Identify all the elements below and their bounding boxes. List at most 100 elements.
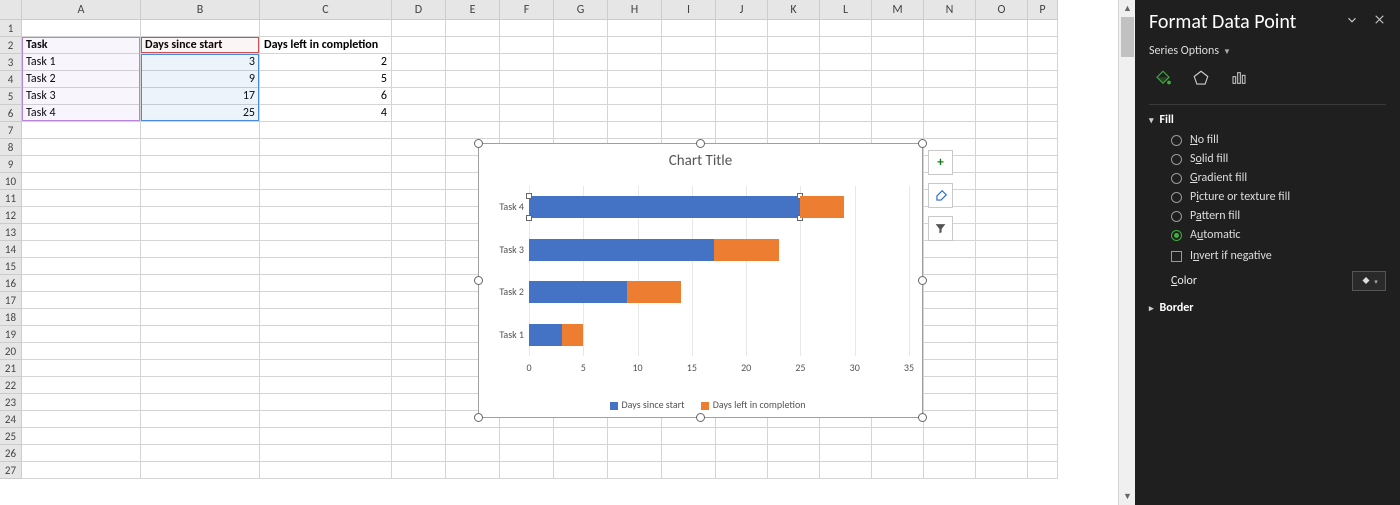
cell-P17[interactable]: [1028, 292, 1058, 309]
cell-D26[interactable]: [392, 445, 446, 462]
cell-A5[interactable]: Task 3: [22, 88, 141, 105]
cell-P7[interactable]: [1028, 122, 1058, 139]
row-header-14[interactable]: 14: [0, 241, 22, 258]
cell-C22[interactable]: [260, 377, 392, 394]
cell-M3[interactable]: [872, 54, 924, 71]
chart-styles-button[interactable]: [928, 183, 953, 208]
cell-C6[interactable]: 4: [260, 105, 392, 122]
cell-A20[interactable]: [22, 343, 141, 360]
cell-M7[interactable]: [872, 122, 924, 139]
series-options-dropdown[interactable]: Series Options▼: [1149, 44, 1386, 58]
cell-B18[interactable]: [141, 309, 260, 326]
cell-P19[interactable]: [1028, 326, 1058, 343]
cell-C20[interactable]: [260, 343, 392, 360]
cell-C17[interactable]: [260, 292, 392, 309]
cell-H27[interactable]: [608, 462, 662, 479]
cell-K5[interactable]: [768, 88, 820, 105]
cell-N4[interactable]: [924, 71, 976, 88]
column-header-C[interactable]: C: [260, 0, 392, 20]
cell-O25[interactable]: [976, 428, 1028, 445]
chart-bar-series2[interactable]: [562, 324, 584, 346]
column-header-D[interactable]: D: [392, 0, 446, 20]
cell-A16[interactable]: [22, 275, 141, 292]
cell-A13[interactable]: [22, 224, 141, 241]
cell-I6[interactable]: [662, 105, 716, 122]
cell-F25[interactable]: [500, 428, 554, 445]
cell-J4[interactable]: [716, 71, 768, 88]
cell-M2[interactable]: [872, 37, 924, 54]
cell-M1[interactable]: [872, 20, 924, 37]
cell-M4[interactable]: [872, 71, 924, 88]
cell-P9[interactable]: [1028, 156, 1058, 173]
chart-resize-handle[interactable]: [918, 276, 927, 285]
cell-O15[interactable]: [976, 258, 1028, 275]
chart-resize-handle[interactable]: [474, 413, 483, 422]
cell-P27[interactable]: [1028, 462, 1058, 479]
cell-J6[interactable]: [716, 105, 768, 122]
chart-bar-series1[interactable]: [529, 196, 800, 218]
tab-series-options[interactable]: [1225, 66, 1253, 90]
cell-N21[interactable]: [924, 360, 976, 377]
cell-O17[interactable]: [976, 292, 1028, 309]
cell-B1[interactable]: [141, 20, 260, 37]
cell-D11[interactable]: [392, 190, 446, 207]
chart-resize-handle[interactable]: [474, 139, 483, 148]
chart-legend[interactable]: Days since start Days left in completion: [479, 398, 922, 411]
cell-B12[interactable]: [141, 207, 260, 224]
cell-B5[interactable]: 17: [141, 88, 260, 105]
cell-I1[interactable]: [662, 20, 716, 37]
row-header-11[interactable]: 11: [0, 190, 22, 207]
cell-F4[interactable]: [500, 71, 554, 88]
cell-E1[interactable]: [446, 20, 500, 37]
cell-D24[interactable]: [392, 411, 446, 428]
cell-B3[interactable]: 3: [141, 54, 260, 71]
cell-L25[interactable]: [820, 428, 872, 445]
cell-E27[interactable]: [446, 462, 500, 479]
cell-O24[interactable]: [976, 411, 1028, 428]
cell-D9[interactable]: [392, 156, 446, 173]
cell-A24[interactable]: [22, 411, 141, 428]
cell-I27[interactable]: [662, 462, 716, 479]
cell-N23[interactable]: [924, 394, 976, 411]
cell-M25[interactable]: [872, 428, 924, 445]
cell-F3[interactable]: [500, 54, 554, 71]
cell-P23[interactable]: [1028, 394, 1058, 411]
cell-C8[interactable]: [260, 139, 392, 156]
cell-E3[interactable]: [446, 54, 500, 71]
cell-M6[interactable]: [872, 105, 924, 122]
cell-P12[interactable]: [1028, 207, 1058, 224]
radio-picture-fill[interactable]: Picture or texture fill: [1171, 190, 1386, 204]
cell-A21[interactable]: [22, 360, 141, 377]
cell-B25[interactable]: [141, 428, 260, 445]
cell-F27[interactable]: [500, 462, 554, 479]
cell-D4[interactable]: [392, 71, 446, 88]
cell-C12[interactable]: [260, 207, 392, 224]
cell-N19[interactable]: [924, 326, 976, 343]
cell-B24[interactable]: [141, 411, 260, 428]
cell-P15[interactable]: [1028, 258, 1058, 275]
cell-M27[interactable]: [872, 462, 924, 479]
chart-bar-series1[interactable]: [529, 239, 714, 261]
cell-H3[interactable]: [608, 54, 662, 71]
cell-O4[interactable]: [976, 71, 1028, 88]
cell-G1[interactable]: [554, 20, 608, 37]
cell-H6[interactable]: [608, 105, 662, 122]
cell-I5[interactable]: [662, 88, 716, 105]
cell-O13[interactable]: [976, 224, 1028, 241]
row-header-6[interactable]: 6: [0, 105, 22, 122]
cell-C4[interactable]: 5: [260, 71, 392, 88]
cell-A10[interactable]: [22, 173, 141, 190]
cell-N17[interactable]: [924, 292, 976, 309]
embedded-chart[interactable]: Chart Title 05101520253035Task 4Task 3Ta…: [478, 143, 923, 418]
cell-B15[interactable]: [141, 258, 260, 275]
cell-P3[interactable]: [1028, 54, 1058, 71]
cell-G5[interactable]: [554, 88, 608, 105]
chart-resize-handle[interactable]: [696, 413, 705, 422]
cell-A12[interactable]: [22, 207, 141, 224]
cell-E26[interactable]: [446, 445, 500, 462]
cell-O3[interactable]: [976, 54, 1028, 71]
cell-O7[interactable]: [976, 122, 1028, 139]
cell-D8[interactable]: [392, 139, 446, 156]
cell-K7[interactable]: [768, 122, 820, 139]
cell-B16[interactable]: [141, 275, 260, 292]
